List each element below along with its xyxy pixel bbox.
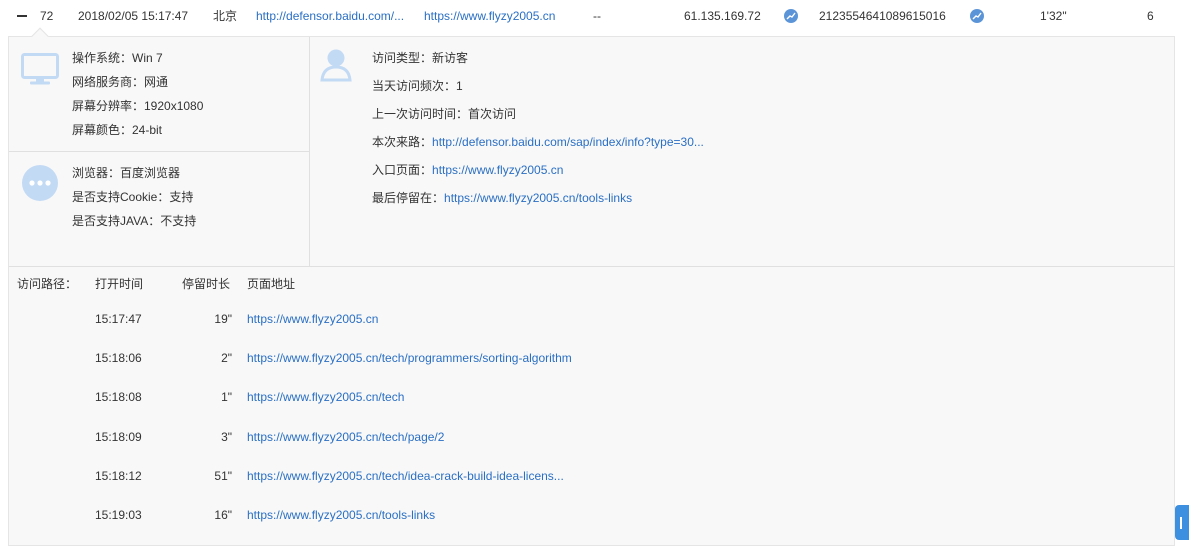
- entry-page-label: 入口页面：: [372, 163, 433, 177]
- row-index: 72: [40, 9, 54, 23]
- divider-left: [9, 151, 309, 152]
- collapse-icon[interactable]: [17, 15, 27, 17]
- visit-duration: 1'32": [1040, 9, 1067, 23]
- visit-frequency: 当天访问频次：1: [372, 79, 463, 93]
- path-row-stay: 51": [214, 469, 232, 483]
- more-icon: [22, 165, 58, 201]
- source-link[interactable]: http://defensor.baidu.com/...: [256, 9, 404, 23]
- visit-source: 本次来路：http://defensor.baidu.com/sap/index…: [372, 135, 704, 149]
- java-info: 是否支持JAVA：不支持: [72, 214, 197, 228]
- col-open-time: 打开时间: [95, 277, 144, 291]
- os-info: 操作系统：Win 7: [72, 51, 163, 65]
- path-row-stay: 19": [214, 312, 232, 326]
- visit-type: 访问类型：新访客: [372, 51, 468, 65]
- visit-time: 2018/02/05 15:17:47: [78, 9, 189, 23]
- path-row-time: 15:18:06: [95, 351, 142, 365]
- col-page-url: 页面地址: [247, 277, 296, 291]
- cookie-info: 是否支持Cookie：支持: [72, 190, 194, 204]
- last-visit-value: 首次访问: [468, 107, 517, 121]
- path-row-stay: 3": [221, 430, 232, 444]
- visit-source-link[interactable]: http://defensor.baidu.com/sap/index/info…: [432, 135, 704, 149]
- page-count: 6: [1147, 9, 1154, 23]
- monitor-icon: [21, 53, 59, 85]
- scroll-top-button[interactable]: [1175, 505, 1189, 540]
- path-row-url[interactable]: https://www.flyzy2005.cn/tech/programmer…: [247, 351, 572, 365]
- ip-trend-icon[interactable]: [784, 9, 798, 23]
- path-row-time: 15:19:03: [95, 508, 142, 522]
- path-row-url[interactable]: https://www.flyzy2005.cn/tech: [247, 390, 404, 404]
- path-row-time: 15:18:09: [95, 430, 142, 444]
- keyword: --: [593, 9, 601, 23]
- path-row-stay: 2": [221, 351, 232, 365]
- last-visit-label: 上一次访问时间：: [372, 107, 469, 121]
- user-icon: [320, 49, 352, 82]
- path-row-time: 15:18:08: [95, 390, 142, 404]
- divider-vertical: [309, 37, 310, 266]
- visitor-trend-icon[interactable]: [970, 9, 984, 23]
- path-row-url[interactable]: https://www.flyzy2005.cn: [247, 312, 378, 326]
- browser-info: 浏览器：百度浏览器: [72, 166, 181, 180]
- visitor-id: 2123554641089615016: [819, 9, 946, 23]
- exit-page-label: 最后停留在：: [372, 191, 445, 205]
- path-row-url[interactable]: https://www.flyzy2005.cn/tech/page/2: [247, 430, 444, 444]
- path-row-stay: 1": [221, 390, 232, 404]
- color-depth-info: 屏幕颜色：24-bit: [72, 123, 163, 137]
- scroll-tab-glyph: [1180, 517, 1182, 529]
- path-row-url[interactable]: https://www.flyzy2005.cn/tech/idea-crack…: [247, 469, 564, 483]
- region: 北京: [213, 9, 238, 23]
- visit-source-label: 本次来路：: [372, 135, 433, 149]
- visit-type-label: 访问类型：: [372, 51, 433, 65]
- visit-summary-row: 72 2018/02/05 15:17:47 北京 http://defenso…: [0, 0, 1189, 32]
- entry-page: 入口页面：https://www.flyzy2005.cn: [372, 163, 563, 177]
- divider-full: [9, 266, 1174, 267]
- visit-type-value: 新访客: [432, 51, 469, 65]
- path-row-stay: 16": [214, 508, 232, 522]
- isp-info: 网络服务商：网通: [72, 75, 169, 89]
- exit-page-link[interactable]: https://www.flyzy2005.cn/tools-links: [444, 191, 632, 205]
- entry-link[interactable]: https://www.flyzy2005.cn: [424, 9, 555, 23]
- path-row-url[interactable]: https://www.flyzy2005.cn/tools-links: [247, 508, 435, 522]
- col-stay-duration: 停留时长: [182, 277, 231, 291]
- exit-page: 最后停留在：https://www.flyzy2005.cn/tools-lin…: [372, 191, 632, 205]
- path-row-time: 15:18:12: [95, 469, 142, 483]
- path-row-time: 15:17:47: [95, 312, 142, 326]
- ip-address: 61.135.169.72: [684, 9, 761, 23]
- entry-page-link[interactable]: https://www.flyzy2005.cn: [432, 163, 563, 177]
- resolution-info: 屏幕分辨率：1920x1080: [72, 99, 204, 113]
- visit-path-label: 访问路径：: [17, 277, 78, 291]
- last-visit: 上一次访问时间：首次访问: [372, 107, 516, 121]
